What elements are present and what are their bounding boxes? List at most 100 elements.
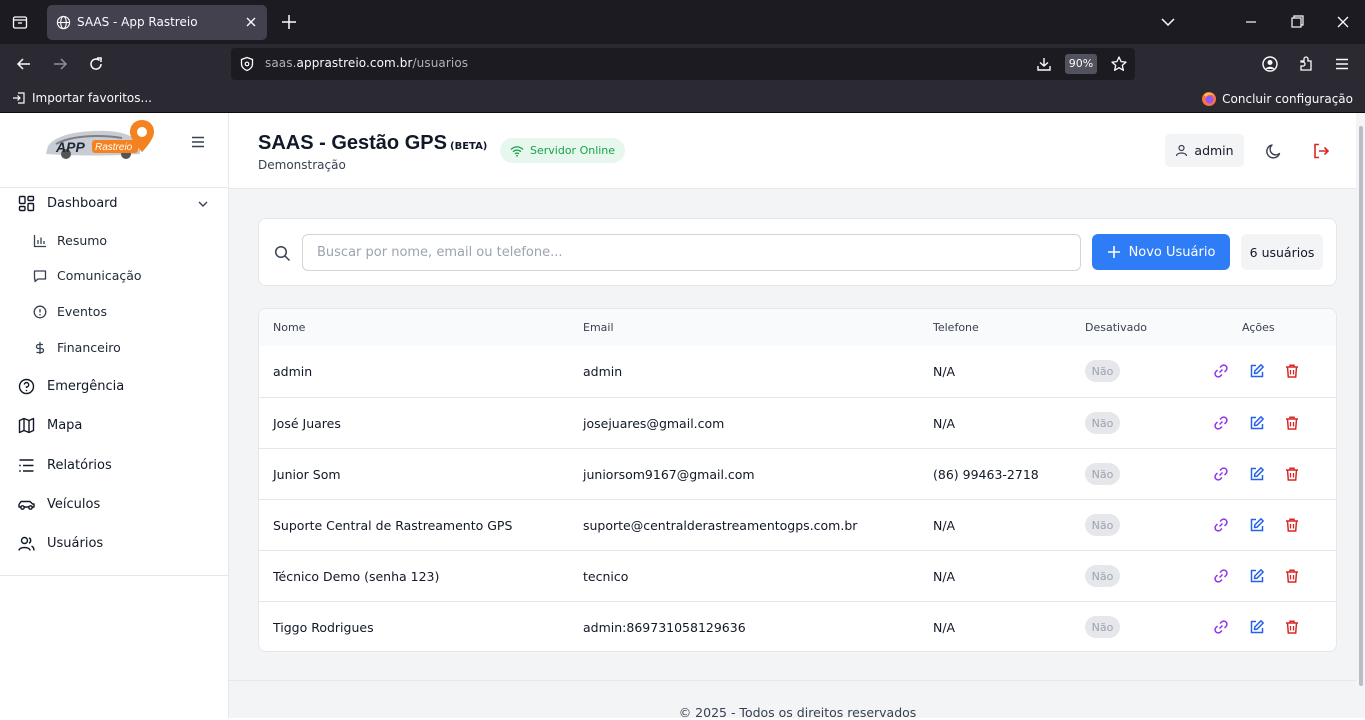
url-bar[interactable]: saas.apprastreio.com.br/usuarios 90%	[231, 48, 1135, 80]
column-header-phone: Telefone	[933, 321, 979, 334]
close-window-icon[interactable]	[1334, 13, 1352, 31]
cell-name: Tiggo Rodrigues	[273, 620, 374, 635]
link-icon[interactable]	[1213, 568, 1229, 584]
table-row: Junior Som juniorsom9167@gmail.com (86) 99…	[259, 448, 1336, 499]
disabled-badge: Não	[1085, 565, 1120, 587]
sidebar-item-eventos[interactable]: Eventos	[33, 304, 107, 319]
chevron-down-icon[interactable]	[197, 198, 209, 210]
app-menu-icon[interactable]	[1333, 55, 1351, 73]
edit-icon[interactable]	[1249, 619, 1265, 635]
map-icon	[18, 417, 35, 434]
column-header-name: Nome	[273, 321, 306, 334]
cell-name: admin	[273, 364, 313, 379]
dark-mode-toggle-icon[interactable]	[1265, 142, 1283, 160]
back-icon[interactable]	[15, 55, 33, 73]
server-status-badge: Servidor Online	[500, 138, 626, 163]
new-user-button[interactable]: Novo Usuário	[1092, 234, 1230, 270]
link-icon[interactable]	[1213, 619, 1229, 635]
logo-area: APP Rastreio	[0, 113, 229, 188]
delete-icon[interactable]	[1284, 517, 1300, 533]
car-icon	[18, 496, 35, 513]
cell-name: Suporte Central de Rastreamento GPS	[273, 518, 513, 533]
restore-icon[interactable]	[1288, 13, 1306, 31]
plus-icon	[1107, 245, 1121, 259]
tracking-shield-icon[interactable]	[239, 56, 255, 72]
cell-email: admin	[583, 364, 623, 379]
link-icon[interactable]	[1213, 466, 1229, 482]
reload-icon[interactable]	[87, 55, 105, 73]
svg-text:Rastreio: Rastreio	[95, 142, 133, 153]
sidebar-item-relatorios[interactable]: Relatórios	[18, 457, 112, 474]
footer: © 2025 - Todos os direitos reservados	[229, 680, 1356, 720]
user-menu-button[interactable]: admin	[1165, 134, 1244, 167]
forward-icon[interactable]	[51, 55, 69, 73]
sidebar-item-financeiro[interactable]: Financeiro	[33, 340, 121, 355]
edit-icon[interactable]	[1249, 517, 1265, 533]
app-logo[interactable]: APP Rastreio	[42, 116, 160, 164]
close-tab-icon[interactable]	[244, 15, 258, 29]
tab-list-icon[interactable]	[8, 10, 32, 34]
search-icon	[274, 245, 291, 262]
bookmark-star-icon[interactable]	[1110, 55, 1128, 73]
cell-name: José Juares	[273, 416, 341, 431]
cell-email: suporte@centralderastreamentogps.com.br	[583, 518, 858, 533]
bar-chart-icon	[33, 234, 47, 248]
delete-icon[interactable]	[1284, 619, 1300, 635]
main-content: Novo Usuário 6 usuários Nome Email Telef…	[229, 189, 1356, 718]
edit-icon[interactable]	[1249, 363, 1265, 379]
delete-icon[interactable]	[1284, 415, 1300, 431]
minimize-icon[interactable]	[1242, 13, 1260, 31]
beta-label: (BETA)	[450, 141, 488, 152]
sidebar-item-label: Relatórios	[47, 458, 112, 473]
message-icon	[33, 269, 47, 283]
sidebar-item-mapa[interactable]: Mapa	[18, 417, 82, 434]
sidebar-item-veiculos[interactable]: Veículos	[18, 496, 100, 513]
edit-icon[interactable]	[1249, 568, 1265, 584]
import-bookmarks-link[interactable]: Importar favoritos...	[12, 91, 152, 105]
search-input[interactable]	[302, 234, 1081, 271]
delete-icon[interactable]	[1284, 363, 1300, 379]
cell-name: Junior Som	[273, 467, 341, 482]
browser-tab[interactable]: SAAS - App Rastreio	[47, 5, 267, 40]
edit-icon[interactable]	[1249, 466, 1265, 482]
table-row: Técnico Demo (senha 123) tecnico N/A Não	[259, 550, 1336, 601]
user-icon	[1175, 144, 1188, 157]
sidebar-item-emergencia[interactable]: Emergência	[18, 378, 124, 395]
disabled-badge: Não	[1085, 616, 1120, 638]
page-header: SAAS - Gestão GPS (BETA) Demonstração Se…	[229, 113, 1356, 189]
help-circle-icon	[18, 378, 35, 395]
cell-name: Técnico Demo (senha 123)	[273, 569, 440, 584]
import-bookmarks-label: Importar favoritos...	[32, 91, 152, 105]
browser-tab-bar: SAAS - App Rastreio	[0, 0, 1365, 44]
zoom-level[interactable]: 90%	[1065, 54, 1097, 74]
sidebar-item-comunicacao[interactable]: Comunicação	[33, 268, 142, 283]
tab-overflow-chevron-icon[interactable]	[1159, 13, 1177, 31]
cell-email: tecnico	[583, 569, 629, 584]
logout-icon[interactable]	[1312, 142, 1330, 160]
link-icon[interactable]	[1213, 363, 1229, 379]
new-user-label: Novo Usuário	[1128, 244, 1216, 260]
menu-toggle-icon[interactable]	[190, 134, 206, 150]
account-icon[interactable]	[1261, 55, 1279, 73]
new-tab-icon[interactable]	[280, 13, 298, 31]
import-icon	[12, 91, 26, 105]
link-icon[interactable]	[1213, 517, 1229, 533]
disabled-badge: Não	[1085, 514, 1120, 536]
search-card: Novo Usuário 6 usuários	[258, 218, 1337, 286]
delete-icon[interactable]	[1284, 466, 1300, 482]
sidebar-item-usuarios[interactable]: Usuários	[18, 535, 103, 552]
scrollbar-thumb[interactable]	[1359, 126, 1363, 686]
sidebar-item-resumo[interactable]: Resumo	[33, 233, 107, 248]
link-icon[interactable]	[1213, 415, 1229, 431]
disabled-badge: Não	[1085, 463, 1120, 485]
finish-setup-link[interactable]: Concluir configuração	[1201, 91, 1353, 107]
download-icon[interactable]	[1035, 55, 1053, 73]
sidebar-item-dashboard[interactable]: Dashboard	[18, 195, 118, 212]
cell-email: admin:869731058129636	[583, 620, 746, 635]
extensions-icon[interactable]	[1297, 55, 1315, 73]
cell-email: juniorsom9167@gmail.com	[583, 467, 755, 482]
edit-icon[interactable]	[1249, 415, 1265, 431]
sidebar-item-label: Comunicação	[57, 268, 142, 283]
column-header-actions: Ações	[1242, 321, 1275, 334]
delete-icon[interactable]	[1284, 568, 1300, 584]
